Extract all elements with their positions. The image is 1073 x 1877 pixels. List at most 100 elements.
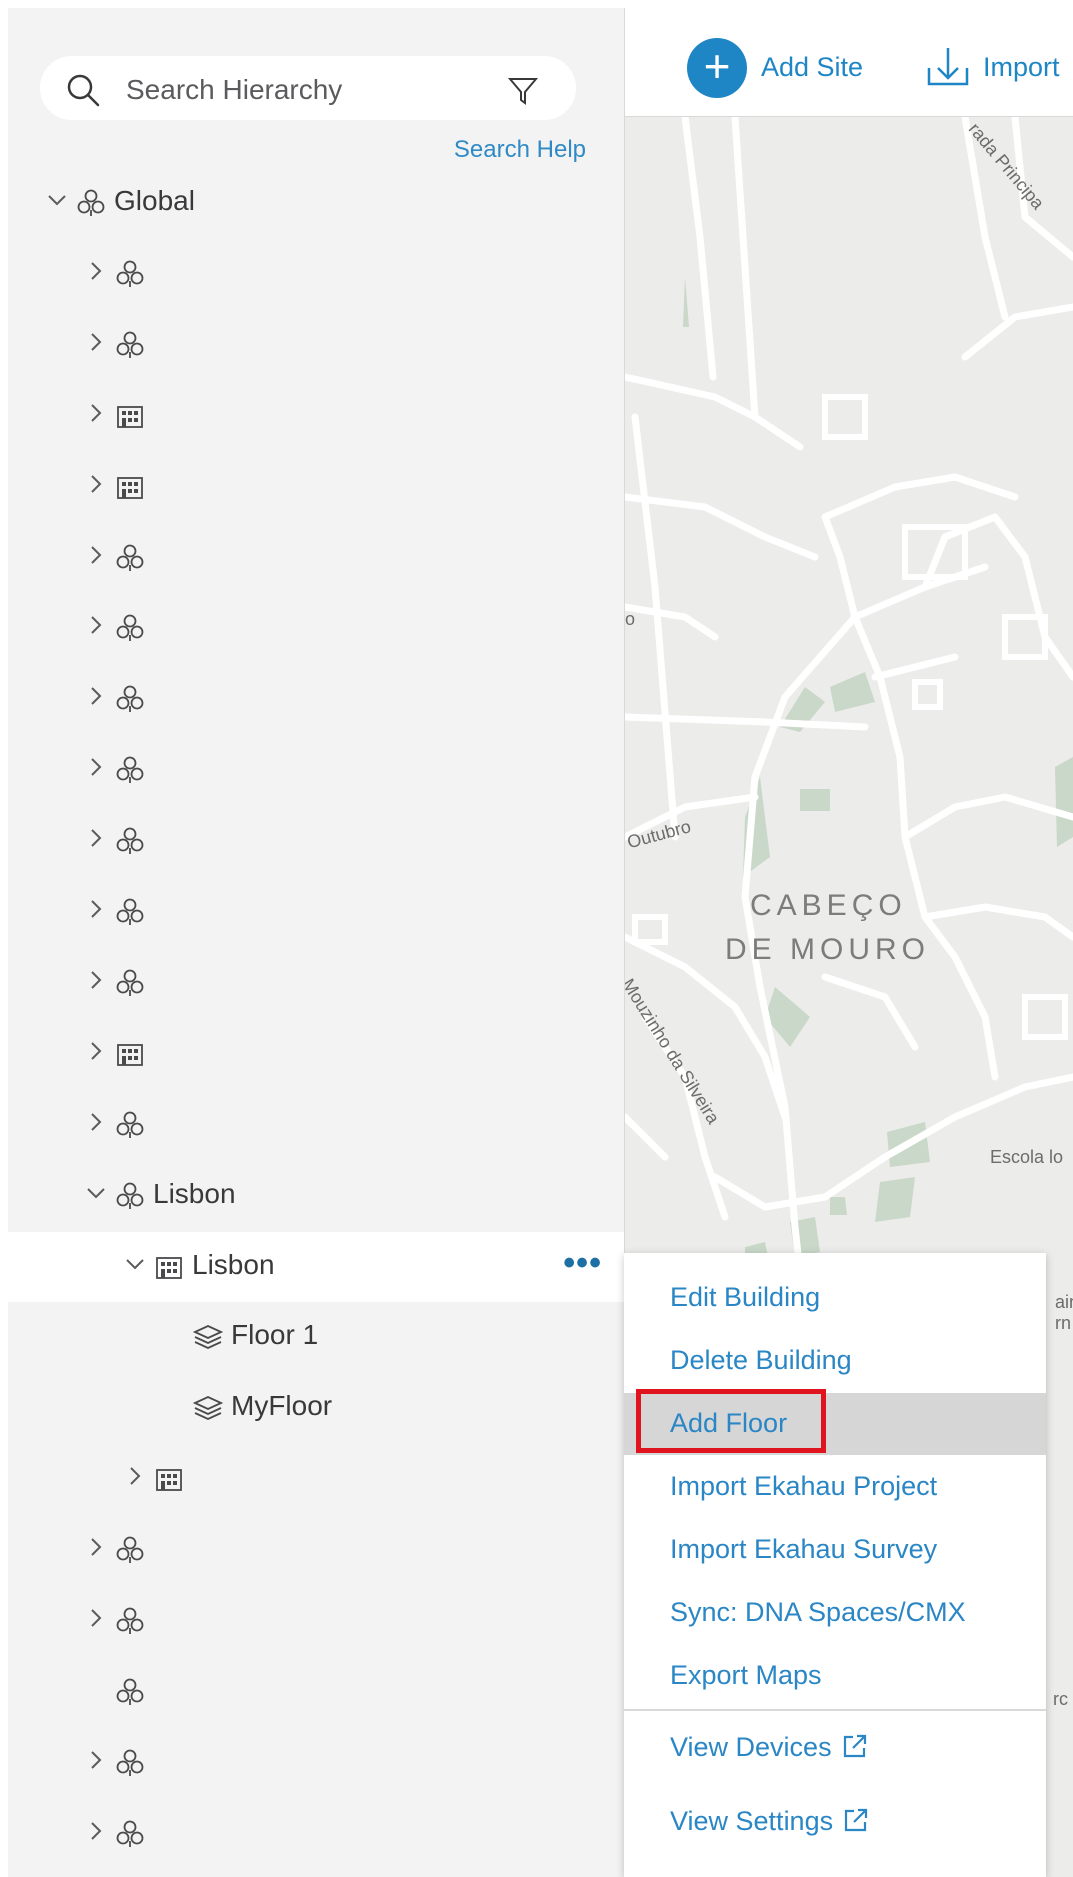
chevron-right-icon[interactable] [85, 969, 107, 996]
tree-node[interactable] [8, 735, 624, 805]
tree-node-label: MyFloor [231, 1390, 333, 1422]
menu-item-add-floor[interactable]: Add Floor [624, 1389, 1046, 1455]
chevron-right-icon[interactable] [85, 1536, 107, 1563]
tree-node-label: Lisbon [153, 1177, 236, 1209]
chevron-right-icon[interactable] [85, 402, 107, 429]
area-icon [115, 968, 145, 1003]
more-options-icon[interactable]: ••• [563, 1244, 602, 1283]
chevron-down-icon[interactable] [46, 189, 68, 216]
map-street-label: Escola lo [990, 1147, 1064, 1167]
tree-node[interactable] [8, 1090, 624, 1160]
menu-item-edit-building[interactable]: Edit Building [624, 1267, 1046, 1329]
tree-node[interactable] [8, 1657, 624, 1727]
menu-item-label: Sync: DNA Spaces/CMX [670, 1597, 966, 1627]
menu-item-label: Edit Building [670, 1282, 821, 1312]
external-link-icon [843, 1734, 866, 1758]
area-icon [115, 1677, 145, 1712]
area-icon [115, 1748, 145, 1783]
floor-icon [192, 1322, 224, 1357]
tree-node[interactable] [8, 1444, 624, 1514]
chevron-right-icon[interactable] [85, 756, 107, 783]
search-hierarchy-input[interactable]: Search Hierarchy [40, 56, 576, 120]
area-icon [115, 1181, 145, 1216]
chevron-right-icon[interactable] [85, 1040, 107, 1067]
tree-node[interactable] [8, 877, 624, 947]
area-icon [115, 1606, 145, 1641]
tree-node[interactable] [8, 1586, 624, 1656]
filter-icon[interactable] [508, 76, 538, 106]
building-icon [154, 1464, 184, 1499]
menu-item-delete-building[interactable]: Delete Building [624, 1330, 1046, 1392]
menu-item-label: View Devices [670, 1732, 832, 1762]
menu-item-label: Delete Building [670, 1345, 852, 1375]
tree-node[interactable] [8, 452, 624, 522]
chevron-right-icon[interactable] [85, 1607, 107, 1634]
tree-node[interactable] [8, 806, 624, 876]
tree-node[interactable] [8, 381, 624, 451]
menu-item-label: Add Floor [670, 1408, 788, 1438]
tree-node[interactable] [8, 948, 624, 1018]
tree-node[interactable] [8, 1515, 624, 1585]
chevron-right-icon[interactable] [124, 1465, 146, 1492]
chevron-right-icon[interactable] [85, 473, 107, 500]
area-icon [115, 684, 145, 719]
area-icon [115, 543, 145, 578]
import-label: Import [983, 52, 1060, 82]
area-icon [115, 259, 145, 294]
add-site-label: Add Site [761, 52, 864, 82]
building-context-menu: Edit Building Delete Building Add Floor … [624, 1253, 1046, 1877]
tree-node-label: Lisbon [192, 1248, 275, 1280]
plus-icon: + [687, 38, 747, 98]
chevron-right-icon[interactable] [85, 1749, 107, 1776]
area-icon [115, 826, 145, 861]
site-hierarchy-panel: Search Hierarchy Search Help Global Lisbo… [8, 8, 625, 1877]
chevron-right-icon[interactable] [85, 544, 107, 571]
tree-node[interactable]: Lisbon ••• [8, 1231, 624, 1302]
menu-item-export-maps[interactable]: Export Maps [624, 1645, 1046, 1707]
tree-node[interactable]: MyFloor [8, 1373, 624, 1443]
chevron-right-icon[interactable] [85, 331, 107, 358]
menu-item-import-ekahau-survey[interactable]: Import Ekahau Survey [624, 1519, 1046, 1581]
map-street-label: rc [1053, 1689, 1068, 1709]
floor-icon [192, 1393, 224, 1428]
tree-node[interactable] [8, 1728, 624, 1798]
chevron-down-icon[interactable] [124, 1253, 146, 1280]
menu-divider [624, 1709, 1046, 1711]
area-icon [115, 613, 145, 648]
external-link-icon [845, 1808, 868, 1832]
chevron-down-icon[interactable] [85, 1182, 107, 1209]
building-icon [115, 472, 145, 507]
search-help-link[interactable]: Search Help [454, 136, 586, 164]
search-placeholder: Search Hierarchy [126, 74, 343, 105]
tree-node[interactable] [8, 1019, 624, 1089]
menu-item-label: Export Maps [670, 1660, 822, 1690]
chevron-right-icon[interactable] [85, 614, 107, 641]
chevron-right-icon[interactable] [85, 1820, 107, 1847]
map-street-label: o [625, 609, 636, 629]
tree-node[interactable] [8, 664, 624, 734]
tree-node[interactable] [8, 239, 624, 309]
tree-node[interactable] [8, 310, 624, 380]
tree-node[interactable]: Floor 1 [8, 1302, 624, 1372]
menu-item-label: View Settings [670, 1806, 834, 1836]
chevron-right-icon[interactable] [85, 1111, 107, 1138]
building-icon [154, 1252, 184, 1287]
map-area-label-line1: CABEÇO [750, 889, 907, 922]
tree-node[interactable] [8, 593, 624, 663]
tree-node[interactable]: Lisbon [8, 1161, 624, 1231]
menu-item-import-ekahau-project[interactable]: Import Ekahau Project [624, 1456, 1046, 1518]
menu-item-sync-dna-spaces[interactable]: Sync: DNA Spaces/CMX [624, 1582, 1046, 1644]
tree-node[interactable] [8, 1799, 624, 1869]
tree-node[interactable]: Global [8, 168, 624, 238]
chevron-right-icon[interactable] [85, 827, 107, 854]
area-icon [115, 330, 145, 365]
chevron-right-icon[interactable] [85, 685, 107, 712]
download-icon [927, 48, 969, 86]
menu-item-view-settings[interactable]: View Settings [624, 1791, 1046, 1853]
tree-node[interactable] [8, 523, 624, 593]
chevron-right-icon[interactable] [85, 898, 107, 925]
menu-item-label: Import Ekahau Survey [670, 1534, 938, 1564]
menu-item-view-devices[interactable]: View Devices [624, 1717, 1046, 1779]
chevron-right-icon[interactable] [85, 260, 107, 287]
area-icon [115, 1535, 145, 1570]
